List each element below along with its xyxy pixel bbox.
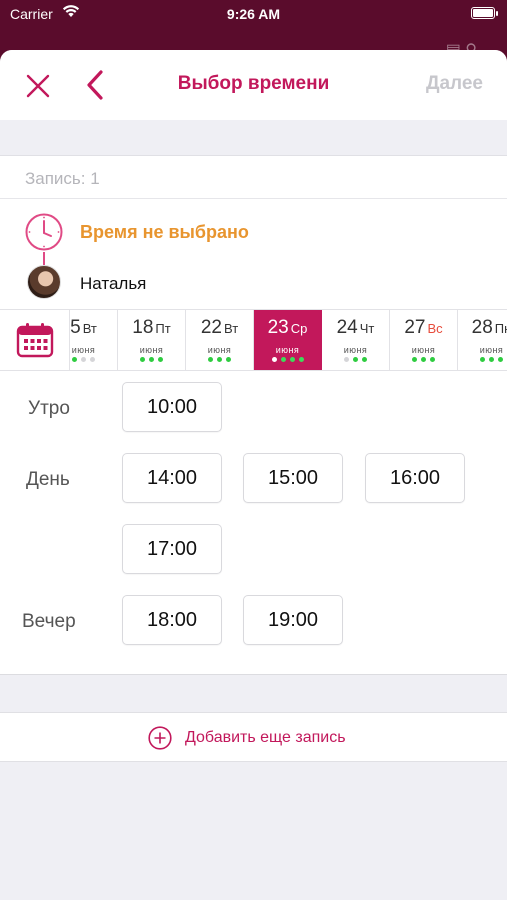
date-item[interactable]: 27 Вс июня — [390, 310, 458, 370]
date-item[interactable]: 28Пн июня — [458, 310, 507, 370]
availability-dot — [298, 357, 304, 362]
day-of-week: Ср — [290, 321, 308, 336]
slot-button[interactable]: 14:00 — [122, 453, 222, 503]
availability-dot — [498, 357, 503, 362]
availability-dot — [421, 357, 426, 362]
modal-sheet: Выбор времени Далее Запись: 1 Время не в… — [0, 50, 507, 900]
date-number: 18 Пт — [118, 317, 185, 339]
availability-dot — [289, 357, 295, 362]
slot-button[interactable]: 10:00 — [122, 382, 222, 432]
slot-button[interactable]: 16:00 — [365, 453, 465, 503]
slot-button[interactable]: 17:00 — [122, 524, 222, 574]
availability-dot — [480, 357, 485, 362]
day-of-week: Пт — [155, 321, 171, 336]
month-label: июня — [275, 345, 300, 355]
booking-info: Время не выбрано Наталья — [0, 199, 507, 309]
date-item[interactable]: 22 Вт июня — [186, 310, 254, 370]
period-morning: Утро — [28, 398, 70, 419]
period-evening: Вечер — [22, 611, 76, 632]
month-label: июня — [411, 345, 436, 355]
date-number: 27 Вс — [390, 317, 457, 339]
availability-dot — [412, 357, 417, 362]
month-label: июня — [207, 345, 232, 355]
day-of-week: Чт — [359, 321, 375, 336]
availability-dot — [489, 357, 494, 362]
availability-dot — [90, 357, 95, 362]
status-bar: Carrier 9:26 AM — [0, 0, 507, 30]
date-item[interactable]: 23 Ср июня — [254, 310, 322, 370]
day-of-week: Пн — [494, 321, 507, 336]
availability-dot — [353, 357, 358, 362]
navigation-bar: Выбор времени Далее — [0, 50, 507, 120]
clock-icon — [24, 212, 64, 252]
day-of-month: 22 — [200, 317, 222, 338]
availability-dots — [186, 357, 253, 363]
time-status: Время не выбрано — [80, 222, 249, 242]
date-number: 23 Ср — [254, 317, 321, 339]
day-of-week: Вс — [427, 321, 443, 336]
availability-dots — [322, 357, 389, 363]
time-slots: Утро 10:00 День 14:00 15:00 16:00 17:00 … — [0, 371, 507, 675]
date-item[interactable]: 24 Чт июня — [322, 310, 390, 370]
day-of-week: Вт — [223, 321, 239, 336]
availability-dots — [254, 357, 321, 363]
day-of-month: 28 — [471, 317, 493, 338]
next-button[interactable]: Далее — [426, 73, 483, 95]
add-record-label: Добавить еще запись — [185, 729, 346, 746]
record-row: Запись: 1 — [0, 155, 507, 199]
availability-dot — [149, 357, 154, 362]
availability-dot — [362, 357, 367, 362]
availability-dot — [217, 357, 222, 362]
date-number: 24 Чт — [322, 317, 389, 339]
availability-dot — [344, 357, 349, 362]
month-label: июня — [479, 345, 504, 355]
date-item[interactable]: 18 Пт июня — [118, 310, 186, 370]
master-name: Наталья — [80, 274, 147, 293]
date-number: 22 Вт — [186, 317, 253, 339]
day-of-month: 24 — [336, 317, 358, 338]
availability-dot — [208, 357, 213, 362]
availability-dot — [271, 357, 277, 362]
day-of-month: 18 — [132, 317, 154, 338]
availability-dot — [72, 357, 77, 362]
status-time: 9:26 AM — [226, 6, 281, 22]
record-label: Запись: 1 — [25, 169, 100, 188]
availability-dot — [81, 357, 86, 362]
day-of-week: Вт — [82, 321, 97, 336]
date-number: 28Пн — [458, 317, 507, 339]
battery-icon — [471, 7, 498, 19]
month-label: июня — [139, 345, 164, 355]
slot-button[interactable]: 19:00 — [243, 595, 343, 645]
period-day: День — [26, 469, 70, 490]
availability-dots — [390, 357, 457, 363]
day-of-month: 27 — [404, 317, 426, 338]
add-record-button[interactable]: Добавить еще запись — [0, 712, 507, 762]
date-strip[interactable]: 5 Вт июня 18 Пт июня 22 Вт июня 23 Ср июня 24 Чт июня 2… — [0, 309, 507, 371]
day-of-month: 5 — [70, 317, 81, 338]
availability-dots — [458, 357, 507, 363]
availability-dot — [226, 357, 231, 362]
availability-dot — [280, 357, 286, 362]
month-label: июня — [343, 345, 368, 355]
availability-dot — [158, 357, 163, 362]
slot-button[interactable]: 15:00 — [243, 453, 343, 503]
calendar-icon[interactable] — [0, 310, 70, 370]
day-of-month: 23 — [267, 317, 289, 338]
availability-dot — [140, 357, 145, 362]
slot-button[interactable]: 18:00 — [122, 595, 222, 645]
avatar — [27, 265, 61, 299]
plus-circle-icon — [148, 726, 172, 750]
availability-dots — [118, 357, 185, 363]
availability-dot — [430, 357, 435, 362]
